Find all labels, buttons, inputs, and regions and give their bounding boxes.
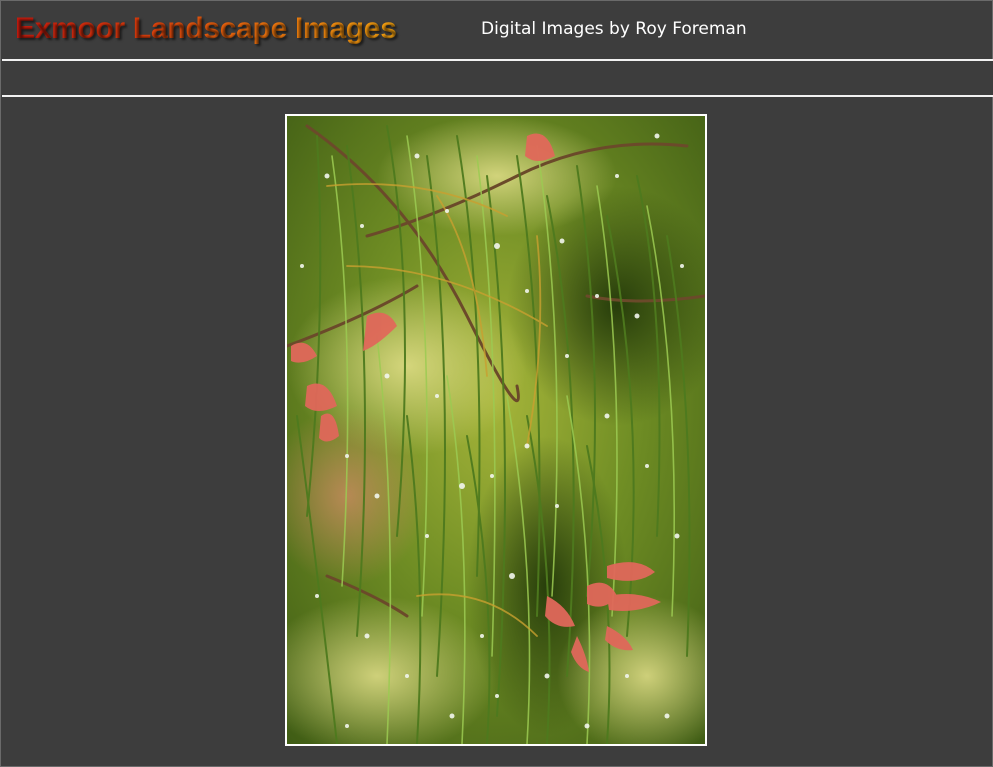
site-header: Exmoor Landscape Images Digital Images b… — [2, 2, 992, 59]
photo-image — [287, 116, 705, 744]
nav-bar — [2, 61, 993, 95]
featured-photo[interactable] — [285, 114, 707, 746]
page-frame: Exmoor Landscape Images Digital Images b… — [0, 0, 993, 767]
header-divider-bottom — [2, 95, 993, 97]
site-subtitle: Digital Images by Roy Foreman — [481, 19, 747, 39]
site-title[interactable]: Exmoor Landscape Images — [15, 10, 397, 48]
